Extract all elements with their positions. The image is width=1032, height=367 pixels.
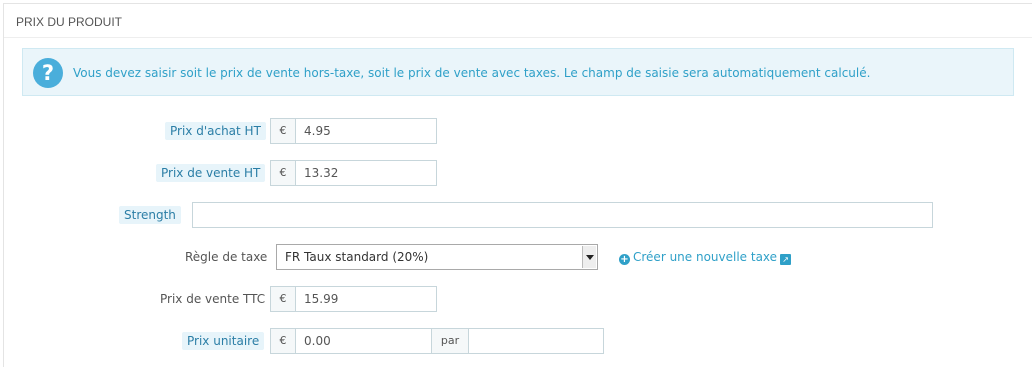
- panel-title: PRIX DU PRODUIT: [16, 15, 123, 29]
- unit-price-input[interactable]: 0.00: [295, 328, 432, 354]
- strength-label[interactable]: Strength: [119, 206, 181, 224]
- currency-addon: €: [270, 286, 296, 312]
- info-alert: ? Vous devez saisir soit le prix de vent…: [22, 48, 1014, 96]
- create-tax-label[interactable]: Créer une nouvelle taxe: [633, 250, 777, 264]
- unity-input[interactable]: [468, 328, 604, 354]
- question-circle-icon: ?: [33, 58, 63, 88]
- strength-input[interactable]: [192, 202, 933, 228]
- tax-rule-selected: FR Taux standard (20%): [285, 250, 429, 264]
- per-addon: par: [431, 328, 469, 354]
- tax-rule-label: Règle de taxe: [185, 250, 268, 264]
- price-excl-input[interactable]: 13.32: [295, 160, 437, 186]
- price-incl-input[interactable]: 15.99: [295, 286, 437, 312]
- wholesale-price-label[interactable]: Prix d'achat HT: [165, 122, 266, 140]
- price-incl-label: Prix de vente TTC: [160, 292, 266, 306]
- currency-addon: €: [270, 160, 296, 186]
- alert-text: Vous devez saisir soit le prix de vente …: [73, 66, 871, 80]
- plus-circle-icon: +: [619, 254, 630, 265]
- chevron-down-icon[interactable]: [582, 246, 596, 268]
- external-link-icon: ↗: [780, 254, 792, 265]
- currency-addon: €: [270, 118, 296, 144]
- create-tax-link[interactable]: + Créer une nouvelle taxe ↗: [619, 250, 792, 265]
- panel-heading: PRIX DU PRODUIT: [4, 4, 1032, 38]
- tax-rule-select[interactable]: FR Taux standard (20%): [276, 244, 598, 270]
- unit-price-label[interactable]: Prix unitaire: [182, 332, 265, 350]
- currency-addon: €: [270, 328, 296, 354]
- wholesale-price-input[interactable]: 4.95: [295, 118, 437, 144]
- price-excl-label[interactable]: Prix de vente HT: [156, 164, 266, 182]
